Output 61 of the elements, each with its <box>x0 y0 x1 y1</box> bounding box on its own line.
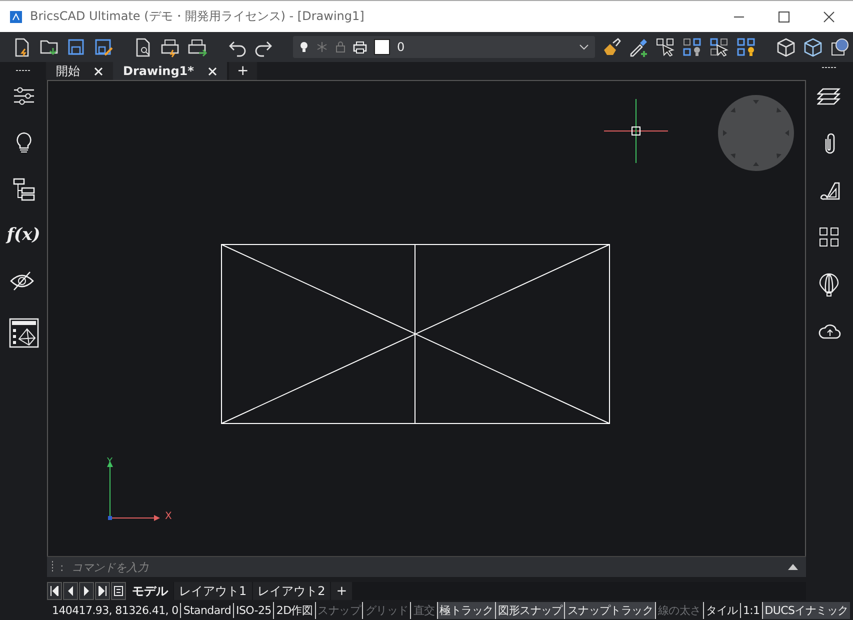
bulb-grid-icon[interactable] <box>735 36 757 58</box>
cube-icon[interactable] <box>802 36 824 58</box>
crosshair-cursor-icon <box>604 99 668 163</box>
close-icon[interactable] <box>823 10 835 22</box>
next-tab-button[interactable] <box>79 582 94 600</box>
list-icon[interactable] <box>114 586 123 596</box>
layout-tab[interactable]: モデル <box>127 582 173 600</box>
command-input-field[interactable]: コマンドを入力 <box>70 560 782 574</box>
triangle-right-icon[interactable] <box>82 586 91 596</box>
layout-tab[interactable]: レイアウト1 <box>174 582 252 600</box>
panel-grip-icon[interactable] <box>822 66 836 69</box>
drawing-explorer-icon[interactable] <box>8 318 38 348</box>
cube-icon[interactable] <box>775 36 797 58</box>
document-tab[interactable]: Drawing1* <box>113 62 227 80</box>
status-toggle[interactable]: DUCSイナミック <box>762 602 850 618</box>
status-field: Standard <box>180 602 234 618</box>
layout-tab[interactable]: レイアウト2 <box>252 582 330 600</box>
status-field: ISO-25 <box>233 602 274 618</box>
printer-icon[interactable] <box>353 40 367 54</box>
app-logo-icon <box>10 10 22 22</box>
window-title: BricsCAD Ultimate (デモ・開発用ライセンス) - [Drawing1] <box>30 8 366 25</box>
layer-dropdown[interactable]: 0 <box>293 36 595 58</box>
last-tab-button[interactable] <box>95 582 110 600</box>
skip-forward-icon[interactable] <box>98 586 107 596</box>
new-layout-button[interactable]: + <box>331 582 352 600</box>
status-toggle[interactable]: グリッド <box>362 602 410 618</box>
tab-label: Drawing1* <box>123 64 194 78</box>
triangle-left-icon[interactable] <box>66 586 75 596</box>
status-toggle[interactable]: スナップトラック <box>564 602 656 618</box>
lock-icon[interactable] <box>335 41 346 53</box>
tree-structure-icon[interactable] <box>10 176 36 202</box>
document-tab[interactable]: 開始 <box>46 62 113 80</box>
chevron-down-icon[interactable] <box>579 44 589 50</box>
sphere-box-icon[interactable] <box>829 36 851 58</box>
expand-up-icon[interactable] <box>788 564 798 570</box>
command-grip-icon[interactable] <box>51 561 54 573</box>
status-toggle[interactable]: 図形スナップ <box>495 602 564 618</box>
new-tab-button[interactable]: + <box>228 62 257 80</box>
tab-list-button[interactable] <box>111 582 126 600</box>
snowflake-icon[interactable] <box>316 41 328 53</box>
cursor-select-icon[interactable] <box>654 36 676 58</box>
status-toggle[interactable]: スナップ <box>314 602 362 618</box>
status-toggle[interactable]: 線の太さ <box>655 602 703 618</box>
status-field: タイル <box>702 602 740 618</box>
tab-label: 開始 <box>56 62 80 80</box>
x-axis-label: X <box>165 511 172 522</box>
status-field: 140417.93, 81326.41, 0 <box>50 602 180 618</box>
bulb-grid-icon[interactable] <box>681 36 703 58</box>
lightbulb-icon[interactable] <box>299 41 309 53</box>
status-toggle[interactable]: 極トラック <box>436 602 496 618</box>
cursor-select-icon[interactable] <box>708 36 730 58</box>
layer-name: 0 <box>397 40 406 54</box>
status-field: 2D作図 <box>273 602 315 618</box>
first-tab-button[interactable] <box>47 582 62 600</box>
command-prompt: : <box>60 560 64 574</box>
maximize-icon[interactable] <box>778 10 790 22</box>
function-button[interactable]: f(x) <box>6 222 40 248</box>
previous-tab-button[interactable] <box>63 582 78 600</box>
skip-back-icon[interactable] <box>50 586 59 596</box>
panel-grip-icon[interactable] <box>16 69 30 72</box>
color-swatch <box>374 39 390 55</box>
